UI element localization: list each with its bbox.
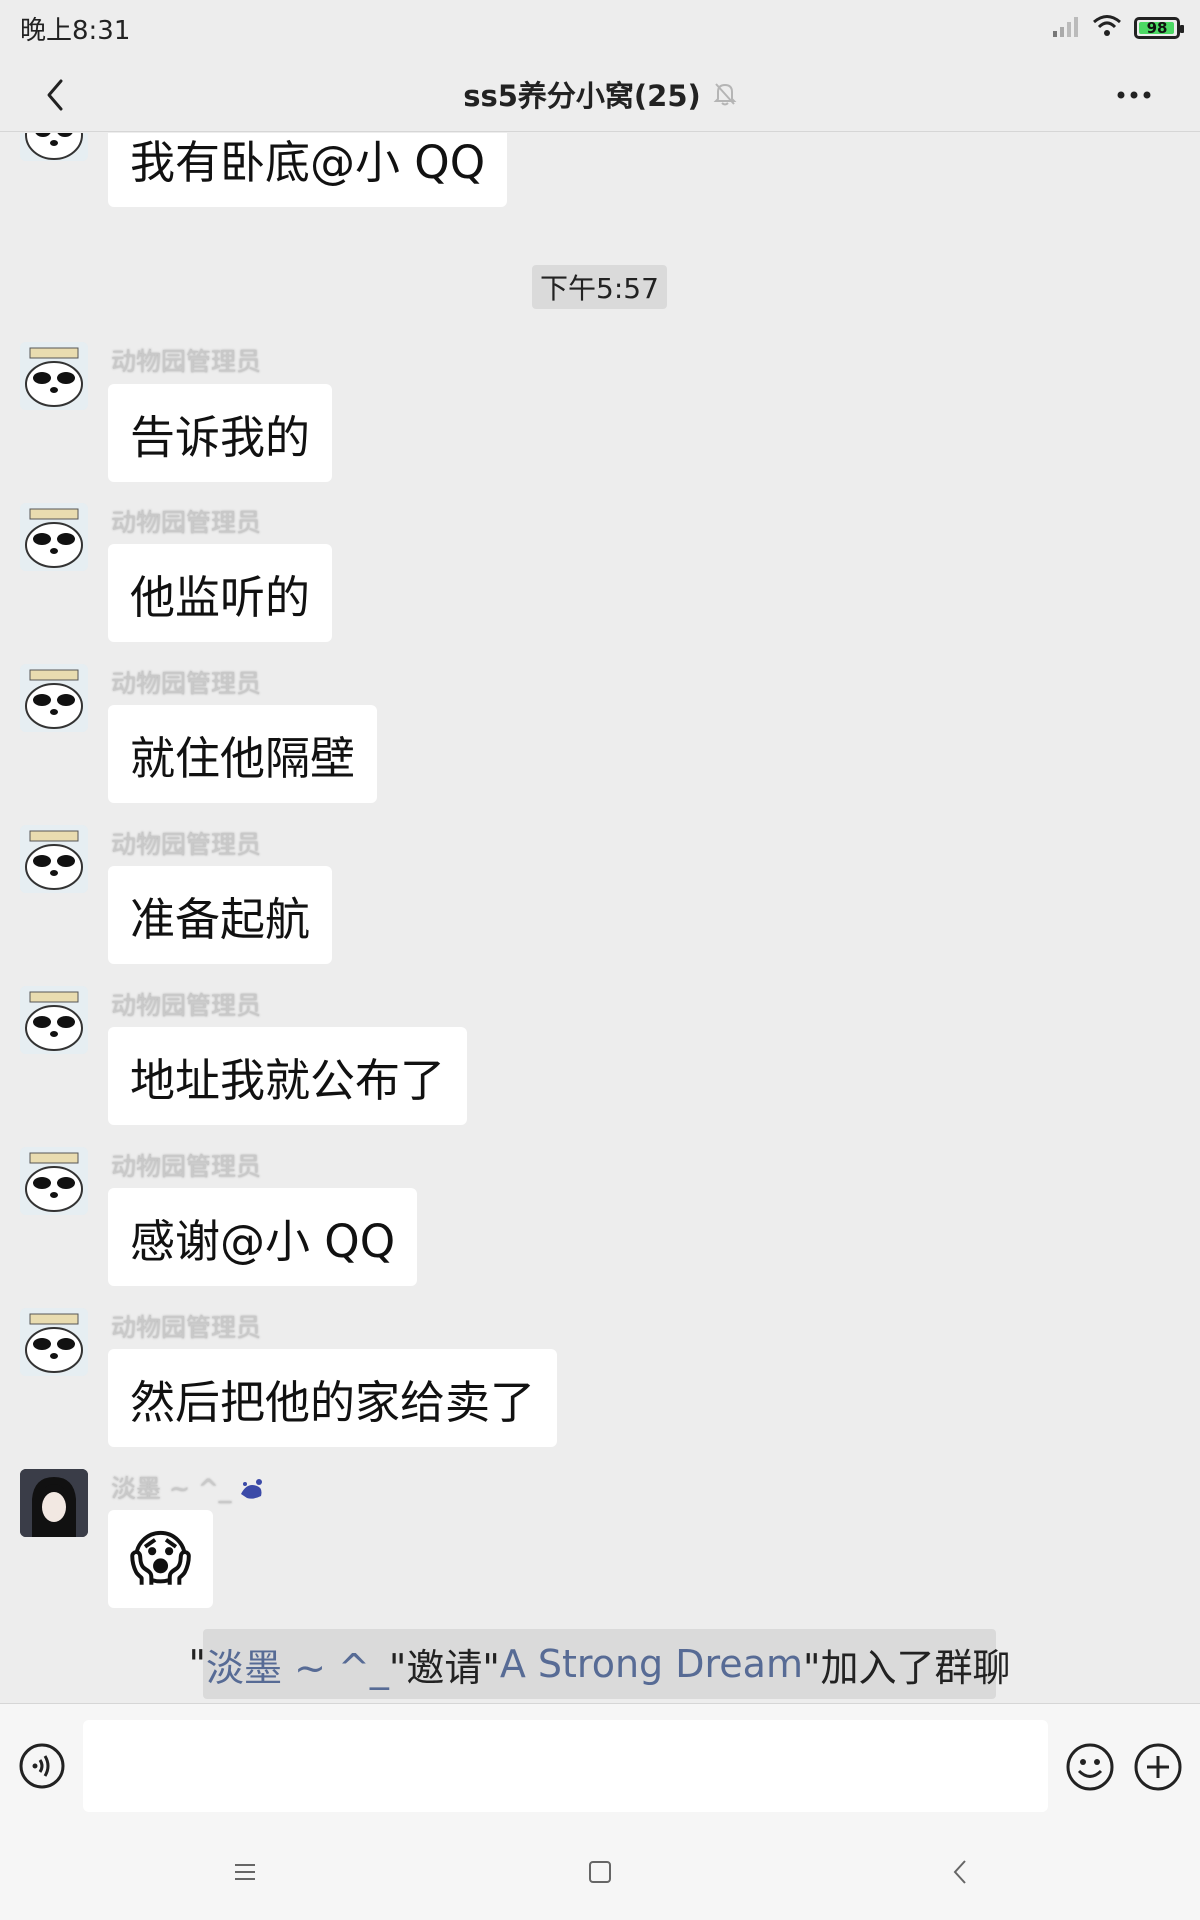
invitee-link[interactable]: A Strong Dream <box>500 1642 803 1686</box>
back-button[interactable] <box>30 70 80 120</box>
plus-button[interactable] <box>1133 1742 1183 1792</box>
title-bar: ss5养分小窝(25) <box>0 56 1200 132</box>
menu-button[interactable] <box>225 1852 265 1892</box>
wifi-icon <box>1092 14 1122 42</box>
sender-name: 动物园管理员 <box>111 1152 262 1181</box>
timestamp: 下午5:57 <box>532 265 667 309</box>
battery-level: 98 <box>1146 19 1168 37</box>
status-icons: 98 <box>1052 14 1184 42</box>
sender-name: 动物园管理员 <box>111 508 262 537</box>
sender-name-text: 淡墨 ~ ^_ <box>111 1474 232 1503</box>
sender-name: 动物园管理员 <box>111 1313 262 1342</box>
system-message: " 淡墨 ~ ^_ "邀请" A Strong Dream "加入了群聊 <box>189 1629 1010 1699</box>
panda-avatar-icon <box>20 825 88 893</box>
emoji-icon <box>1066 1743 1114 1791</box>
avatar[interactable] <box>20 664 88 732</box>
avatar[interactable] <box>20 1469 88 1537</box>
voice-button[interactable] <box>18 1742 66 1790</box>
chevron-left-icon <box>47 79 63 111</box>
message-list[interactable]: 我有卧底@小 QQ 下午5:57 动物园管理员 告诉我的 动物园管理员 他监听的 <box>0 133 1200 1703</box>
avatar[interactable] <box>20 342 88 410</box>
message-bubble[interactable]: 我有卧底@小 QQ <box>108 133 508 207</box>
panda-avatar-icon <box>20 342 88 410</box>
system-nav-bar <box>0 1825 1200 1920</box>
sender-name: 动物园管理员 <box>111 830 262 859</box>
sender-name: 淡墨 ~ ^_ <box>111 1474 267 1504</box>
chat-title: ss5养分小窝(25) <box>463 78 701 113</box>
inviter-link[interactable]: 淡墨 ~ ^_ <box>206 1637 389 1692</box>
status-bar: 晚上8:31 98 <box>0 0 1200 56</box>
avatar[interactable] <box>20 1308 88 1376</box>
message-bubble[interactable]: 感谢@小 QQ <box>108 1188 418 1286</box>
plus-circle-icon <box>1134 1743 1182 1791</box>
avatar[interactable] <box>20 1147 88 1215</box>
avatar[interactable] <box>20 133 88 161</box>
home-square-icon <box>589 1861 611 1883</box>
message-bubble[interactable]: 就住他隔壁 <box>108 705 378 803</box>
input-bar <box>0 1703 1200 1825</box>
system-text-tail: "加入了群聊 <box>802 1645 1011 1690</box>
panda-avatar-icon <box>20 133 88 161</box>
panda-avatar-icon <box>20 1308 88 1376</box>
voice-icon <box>19 1743 65 1789</box>
home-button[interactable] <box>580 1852 620 1892</box>
bell-off-icon <box>713 82 737 105</box>
avatar[interactable] <box>20 986 88 1054</box>
battery-icon: 98 <box>1134 17 1184 39</box>
panda-avatar-icon <box>20 664 88 732</box>
more-button[interactable] <box>1104 70 1164 120</box>
status-time: 晚上8:31 <box>20 15 131 46</box>
panda-avatar-icon <box>20 503 88 571</box>
avatar[interactable] <box>20 825 88 893</box>
message-bubble[interactable]: 地址我就公布了 <box>108 1027 468 1125</box>
sender-name: 动物园管理员 <box>111 347 262 376</box>
panda-avatar-icon <box>20 986 88 1054</box>
message-bubble[interactable]: 准备起航 <box>108 866 333 964</box>
person-avatar-icon <box>20 1469 88 1537</box>
message-input[interactable] <box>83 1720 1048 1812</box>
emoji-button[interactable] <box>1065 1742 1115 1792</box>
emoji-bubble[interactable]: 😱 <box>108 1510 213 1608</box>
sender-name: 动物园管理员 <box>111 669 262 698</box>
message-bubble[interactable]: 他监听的 <box>108 544 333 642</box>
system-text: "邀请" <box>388 1645 500 1690</box>
sender-name: 动物园管理员 <box>111 991 262 1020</box>
message-bubble[interactable]: 然后把他的家给卖了 <box>108 1349 558 1447</box>
message-bubble[interactable]: 告诉我的 <box>108 384 333 482</box>
title-wrap: ss5养分小窝(25) <box>463 73 737 115</box>
menu-icon <box>235 1864 255 1880</box>
panda-avatar-icon <box>20 1147 88 1215</box>
avatar[interactable] <box>20 503 88 571</box>
system-quote: " <box>188 1642 207 1686</box>
more-dots-icon <box>1117 91 1151 99</box>
nav-back-icon <box>953 1860 966 1884</box>
nav-back-button[interactable] <box>940 1852 980 1892</box>
pet-badge-icon <box>241 1479 263 1499</box>
signal-icon <box>1052 15 1080 41</box>
